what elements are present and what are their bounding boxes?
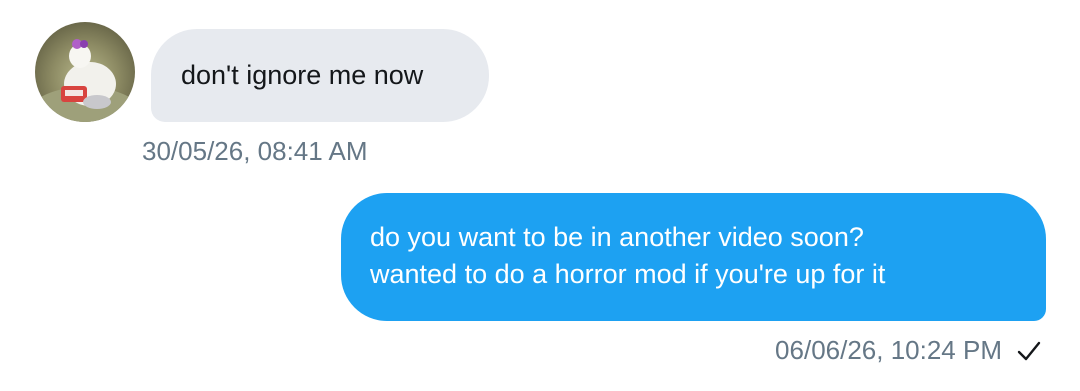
outgoing-message-line-2: wanted to do a horror mod if you're up f… <box>370 259 886 289</box>
outgoing-message-meta: 06/06/26, 10:24 PM <box>775 335 1042 366</box>
outgoing-message-bubble[interactable]: do you want to be in another video soon?… <box>341 193 1046 321</box>
outgoing-message-timestamp: 06/06/26, 10:24 PM <box>775 335 1002 365</box>
avatar[interactable] <box>35 22 135 122</box>
outgoing-message-line-1: do you want to be in another video soon? <box>370 222 864 252</box>
incoming-message-text: don't ignore me now <box>181 60 424 90</box>
incoming-message-timestamp: 30/05/26, 08:41 AM <box>142 136 368 166</box>
avatar-photo-icon <box>35 39 135 122</box>
incoming-message-bubble[interactable]: don't ignore me now <box>151 29 489 122</box>
checkmark-icon <box>1017 341 1041 360</box>
